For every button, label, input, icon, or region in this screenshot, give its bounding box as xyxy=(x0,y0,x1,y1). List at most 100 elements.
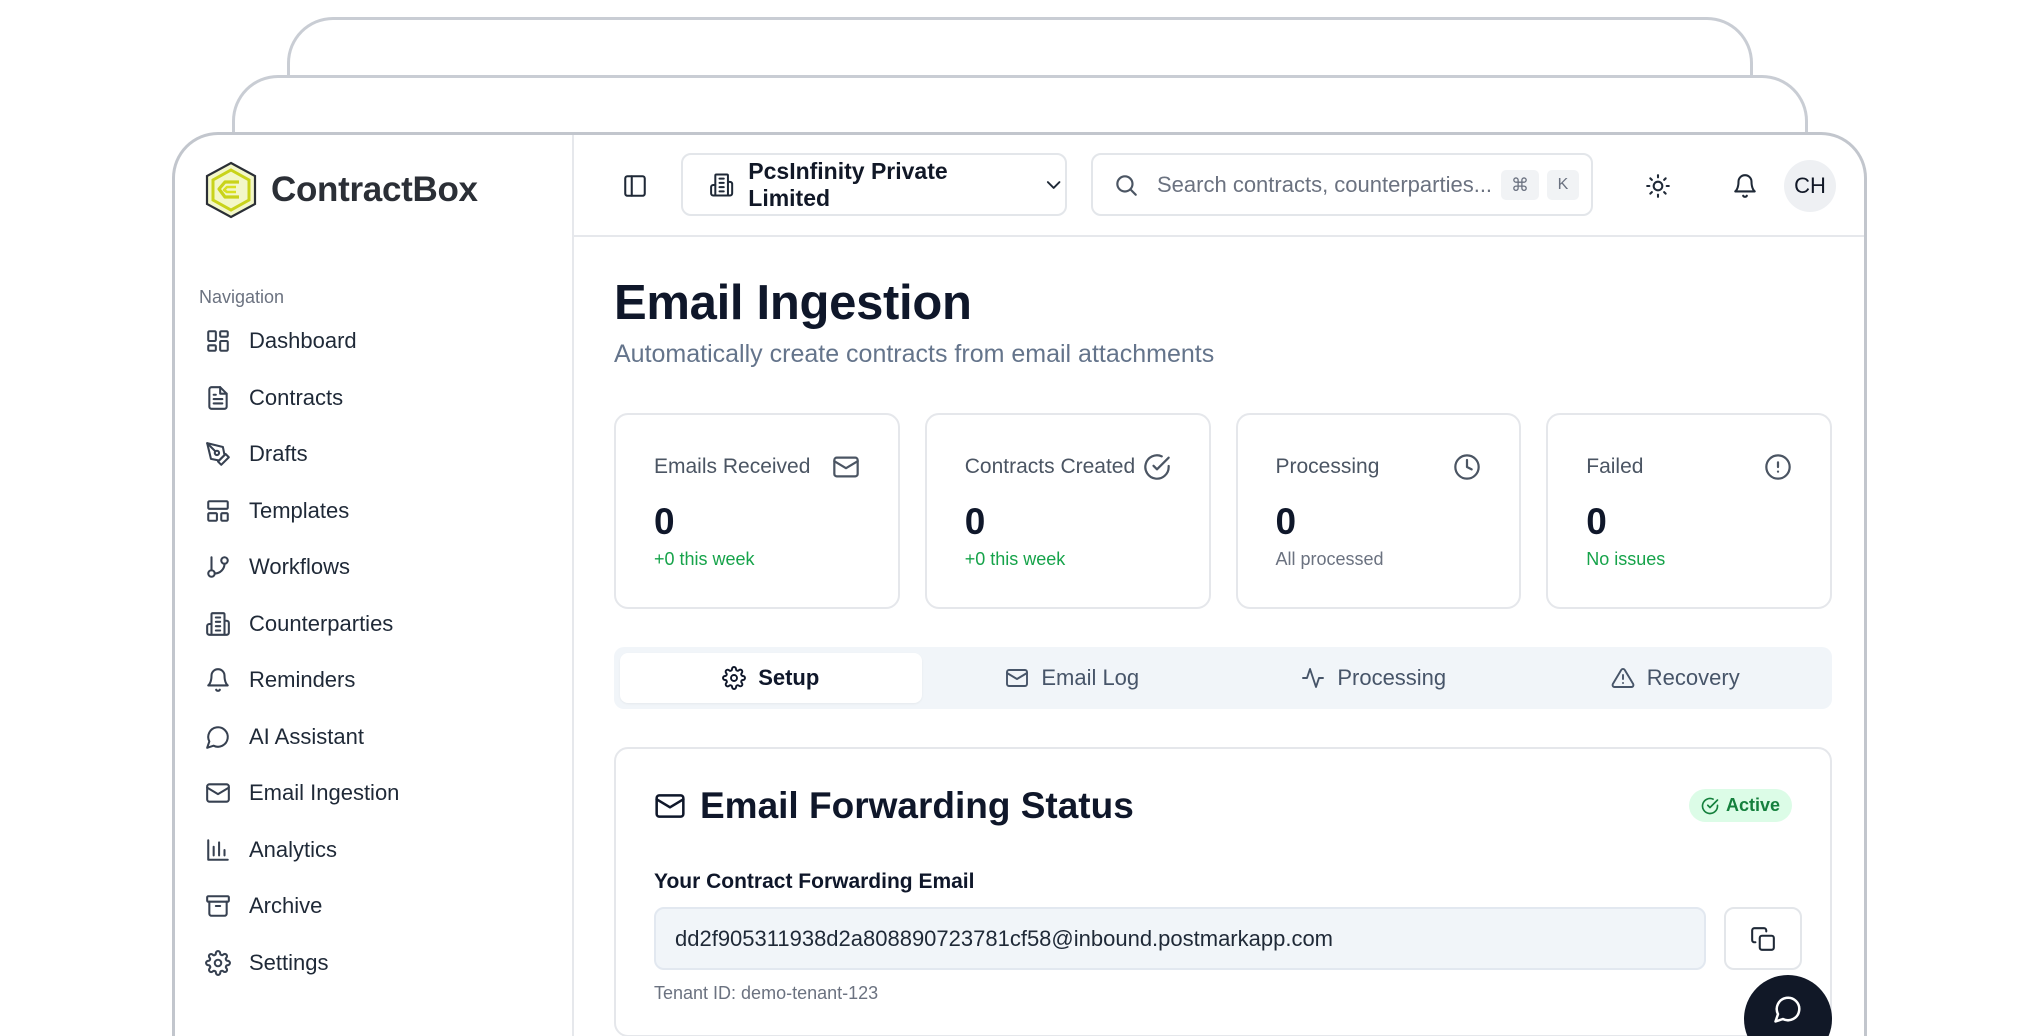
copy-email-button[interactable] xyxy=(1724,907,1802,970)
stat-card-emails-received: Emails Received 0 +0 this week xyxy=(614,413,900,609)
tab-label: Recovery xyxy=(1646,665,1740,690)
sidebar-item-ai-assistant[interactable]: AI Assistant xyxy=(199,709,549,766)
stats-row: Emails Received 0 +0 this week Contracts… xyxy=(614,413,1832,609)
status-badge-label: Active xyxy=(1725,795,1780,815)
sidebar-item-reminders[interactable]: Reminders xyxy=(199,652,549,709)
message-circle-icon xyxy=(1774,996,1801,1023)
panel-title-text: Email Forwarding Status xyxy=(700,785,1134,826)
main-content: PcsInfinity Private Limited Search contr… xyxy=(574,135,1864,1036)
tab-email-log[interactable]: Email Log xyxy=(922,653,1224,703)
stat-label: Processing xyxy=(1275,455,1380,478)
sidebar-item-label: Workflows xyxy=(249,554,351,580)
sun-icon xyxy=(1646,174,1670,198)
sidebar-item-label: Analytics xyxy=(249,836,338,862)
contractbox-logo-icon xyxy=(205,161,257,219)
tab-setup[interactable]: Setup xyxy=(620,653,922,703)
search-icon xyxy=(1116,174,1137,196)
search-placeholder: Search contracts, counterparties... xyxy=(1157,171,1493,197)
tab-recovery[interactable]: Recovery xyxy=(1525,653,1827,703)
pen-tool-icon xyxy=(206,442,230,467)
panel-left-icon xyxy=(624,175,646,197)
email-forwarding-panel: Email Forwarding Status Active Your Cont… xyxy=(614,747,1832,1036)
dashboard-icon xyxy=(207,330,229,353)
sidebar-item-dashboard[interactable]: Dashboard xyxy=(199,313,549,370)
sidebar-item-archive[interactable]: Archive xyxy=(199,878,549,935)
stat-card-processing: Processing 0 All processed xyxy=(1235,413,1522,609)
tab-label: Setup xyxy=(758,665,820,690)
stat-value: 0 xyxy=(654,501,675,542)
check-circle-icon xyxy=(1143,453,1171,481)
sidebar-item-label: Email Ingestion xyxy=(249,780,400,806)
stat-value: 0 xyxy=(1275,501,1297,542)
organization-name: PcsInfinity Private Limited xyxy=(748,157,948,211)
tenant-id: Tenant ID: demo-tenant-123 xyxy=(654,983,879,1003)
building-icon xyxy=(206,611,230,636)
avatar[interactable]: CH xyxy=(1784,160,1836,212)
git-branch-icon xyxy=(207,556,229,579)
sidebar-item-label: Dashboard xyxy=(249,328,357,354)
theme-toggle-button[interactable] xyxy=(1641,169,1675,203)
shortcut-cmd-key: ⌘ xyxy=(1501,170,1539,200)
stat-label: Contracts Created xyxy=(964,455,1136,478)
sidebar-item-label: Reminders xyxy=(249,667,356,693)
sidebar-item-workflows[interactable]: Workflows xyxy=(199,539,549,596)
alert-circle-icon xyxy=(1764,453,1792,481)
message-circle-icon xyxy=(206,725,229,749)
mail-icon xyxy=(655,794,685,818)
stat-subtext: No issues xyxy=(1586,549,1666,569)
page-subtitle: Automatically create contracts from emai… xyxy=(614,340,1215,368)
activity-icon xyxy=(1302,668,1325,688)
nav-heading: Navigation xyxy=(199,287,285,307)
sidebar-item-templates[interactable]: Templates xyxy=(199,483,549,540)
brand[interactable]: ContractBox xyxy=(203,161,478,219)
mail-icon xyxy=(832,453,860,481)
template-icon xyxy=(207,499,229,522)
tab-processing[interactable]: Processing xyxy=(1223,653,1525,703)
stat-value: 0 xyxy=(964,501,986,542)
stat-card-contracts-created: Contracts Created 0 +0 this week xyxy=(924,413,1211,609)
sidebar-nav: Dashboard Contracts Drafts Templates Wor… xyxy=(199,313,549,991)
panel-title: Email Forwarding Status xyxy=(654,785,1134,827)
sidebar: ContractBox Navigation Dashboard Contrac… xyxy=(175,135,574,1036)
sidebar-item-counterparties[interactable]: Counterparties xyxy=(199,596,549,653)
page-title: Email Ingestion xyxy=(614,276,972,330)
mail-icon xyxy=(1006,669,1029,687)
shortcut-k-key: K xyxy=(1547,170,1579,200)
stat-label: Failed xyxy=(1586,455,1644,478)
topbar: PcsInfinity Private Limited Search contr… xyxy=(574,135,1864,237)
chevron-down-icon xyxy=(1046,180,1061,189)
sidebar-item-label: Contracts xyxy=(249,384,344,410)
sidebar-item-label: Drafts xyxy=(249,441,308,467)
sidebar-toggle-button[interactable] xyxy=(618,169,652,203)
bell-icon xyxy=(1734,174,1756,198)
clock-icon xyxy=(1453,453,1481,481)
stat-subtext: +0 this week xyxy=(964,549,1066,569)
sidebar-item-drafts[interactable]: Drafts xyxy=(199,426,549,483)
archive-icon xyxy=(206,895,230,918)
search-input[interactable]: Search contracts, counterparties... ⌘ K xyxy=(1091,153,1593,216)
brand-name: ContractBox xyxy=(271,170,478,209)
stat-label: Emails Received xyxy=(654,455,811,478)
tab-label: Processing xyxy=(1337,665,1447,690)
sidebar-item-contracts[interactable]: Contracts xyxy=(199,370,549,427)
stat-subtext: All processed xyxy=(1275,549,1384,569)
tab-label: Email Log xyxy=(1041,665,1140,690)
sidebar-item-settings[interactable]: Settings xyxy=(199,935,549,992)
sidebar-item-label: Archive xyxy=(249,893,323,919)
organization-select[interactable]: PcsInfinity Private Limited xyxy=(681,153,1067,216)
bar-chart-icon xyxy=(207,838,229,861)
sidebar-item-analytics[interactable]: Analytics xyxy=(199,822,549,879)
app-window: ContractBox Navigation Dashboard Contrac… xyxy=(172,132,1867,1036)
gear-icon xyxy=(722,666,747,690)
forwarding-email-field[interactable] xyxy=(654,907,1706,970)
sidebar-item-email-ingestion[interactable]: Email Ingestion xyxy=(199,765,549,822)
sidebar-item-label: Templates xyxy=(249,497,350,523)
file-text-icon xyxy=(208,385,228,410)
copy-icon xyxy=(1751,926,1775,951)
notifications-button[interactable] xyxy=(1728,169,1762,203)
tab-bar: Setup Email Log Processing Recovery xyxy=(614,647,1832,709)
mail-icon xyxy=(206,783,230,803)
gear-icon xyxy=(205,949,231,976)
stat-value: 0 xyxy=(1586,501,1607,542)
stat-subtext: +0 this week xyxy=(654,549,755,569)
